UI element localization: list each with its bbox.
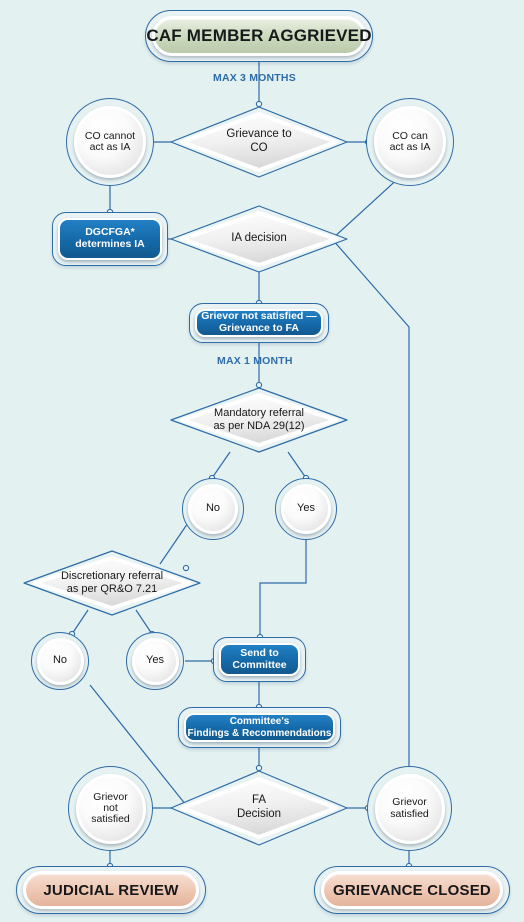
terminal-grievance-closed[interactable]: GRIEVANCE CLOSED (314, 866, 510, 914)
decision-ia-decision[interactable]: IA decision (166, 203, 352, 275)
node-co-cannot-act-as-ia-label: CO cannot act as IA (84, 129, 136, 153)
edge-label-max-1-month: MAX 1 MONTH (217, 355, 293, 367)
node-discretionary-referral-no[interactable]: No (31, 632, 89, 690)
process-grievor-not-satisfied-grievance-to-fa-label: Grievor not satisfied — Grievance to FA (201, 310, 317, 334)
start-banner-caf-member-aggrieved[interactable]: CAF MEMBER AGGRIEVED (145, 10, 373, 62)
process-committee-findings-recommendations-label: Committee's Findings & Recommendations (187, 716, 332, 739)
node-co-can-act-as-ia-label: CO can act as IA (389, 129, 431, 153)
node-grievor-not-satisfied[interactable]: Grievor not satisfied (68, 766, 153, 851)
decision-mandatory-referral[interactable]: Mandatory referral as per NDA 29(12) (166, 385, 352, 455)
node-discretionary-referral-yes[interactable]: Yes (126, 632, 184, 690)
node-mandatory-referral-yes-label: Yes (297, 502, 315, 515)
node-discretionary-referral-yes-label: Yes (146, 654, 164, 667)
process-dgcfga-determines-ia-label: DGCFGA* determines IA (75, 226, 145, 250)
terminal-judicial-review-label: JUDICIAL REVIEW (43, 881, 179, 899)
process-dgcfga-determines-ia[interactable]: DGCFGA* determines IA (52, 212, 168, 266)
node-mandatory-referral-yes[interactable]: Yes (275, 478, 337, 540)
terminal-grievance-closed-label: GRIEVANCE CLOSED (333, 881, 491, 899)
node-grievor-satisfied-label: Grievor satisfied (390, 796, 429, 820)
node-grievor-satisfied[interactable]: Grievor satisfied (367, 766, 452, 851)
flowchart-canvas: CAF MEMBER AGGRIEVED MAX 3 MONTHS Grieva… (0, 0, 524, 922)
process-committee-findings-recommendations[interactable]: Committee's Findings & Recommendations (178, 707, 341, 748)
start-banner-label: CAF MEMBER AGGRIEVED (146, 26, 372, 45)
node-co-cannot-act-as-ia[interactable]: CO cannot act as IA (66, 98, 154, 186)
process-grievor-not-satisfied-grievance-to-fa[interactable]: Grievor not satisfied — Grievance to FA (189, 303, 329, 343)
terminal-judicial-review[interactable]: JUDICIAL REVIEW (16, 866, 206, 914)
edge-label-max-3-months: MAX 3 MONTHS (213, 72, 296, 84)
process-send-to-committee[interactable]: Send to Committee (213, 637, 306, 682)
decision-grievance-to-co[interactable]: Grievance to CO (166, 104, 352, 180)
decision-fa-decision[interactable]: FA Decision (166, 768, 352, 848)
decision-discretionary-referral[interactable]: Discretionary referral as per QR&O 7.21 (19, 548, 205, 618)
node-co-can-act-as-ia[interactable]: CO can act as IA (366, 98, 454, 186)
node-mandatory-referral-no[interactable]: No (182, 478, 244, 540)
node-mandatory-referral-no-label: No (205, 502, 221, 515)
node-grievor-not-satisfied-label: Grievor not satisfied (91, 790, 130, 826)
process-send-to-committee-label: Send to Committee (232, 646, 287, 671)
node-discretionary-referral-no-label: No (52, 654, 68, 667)
